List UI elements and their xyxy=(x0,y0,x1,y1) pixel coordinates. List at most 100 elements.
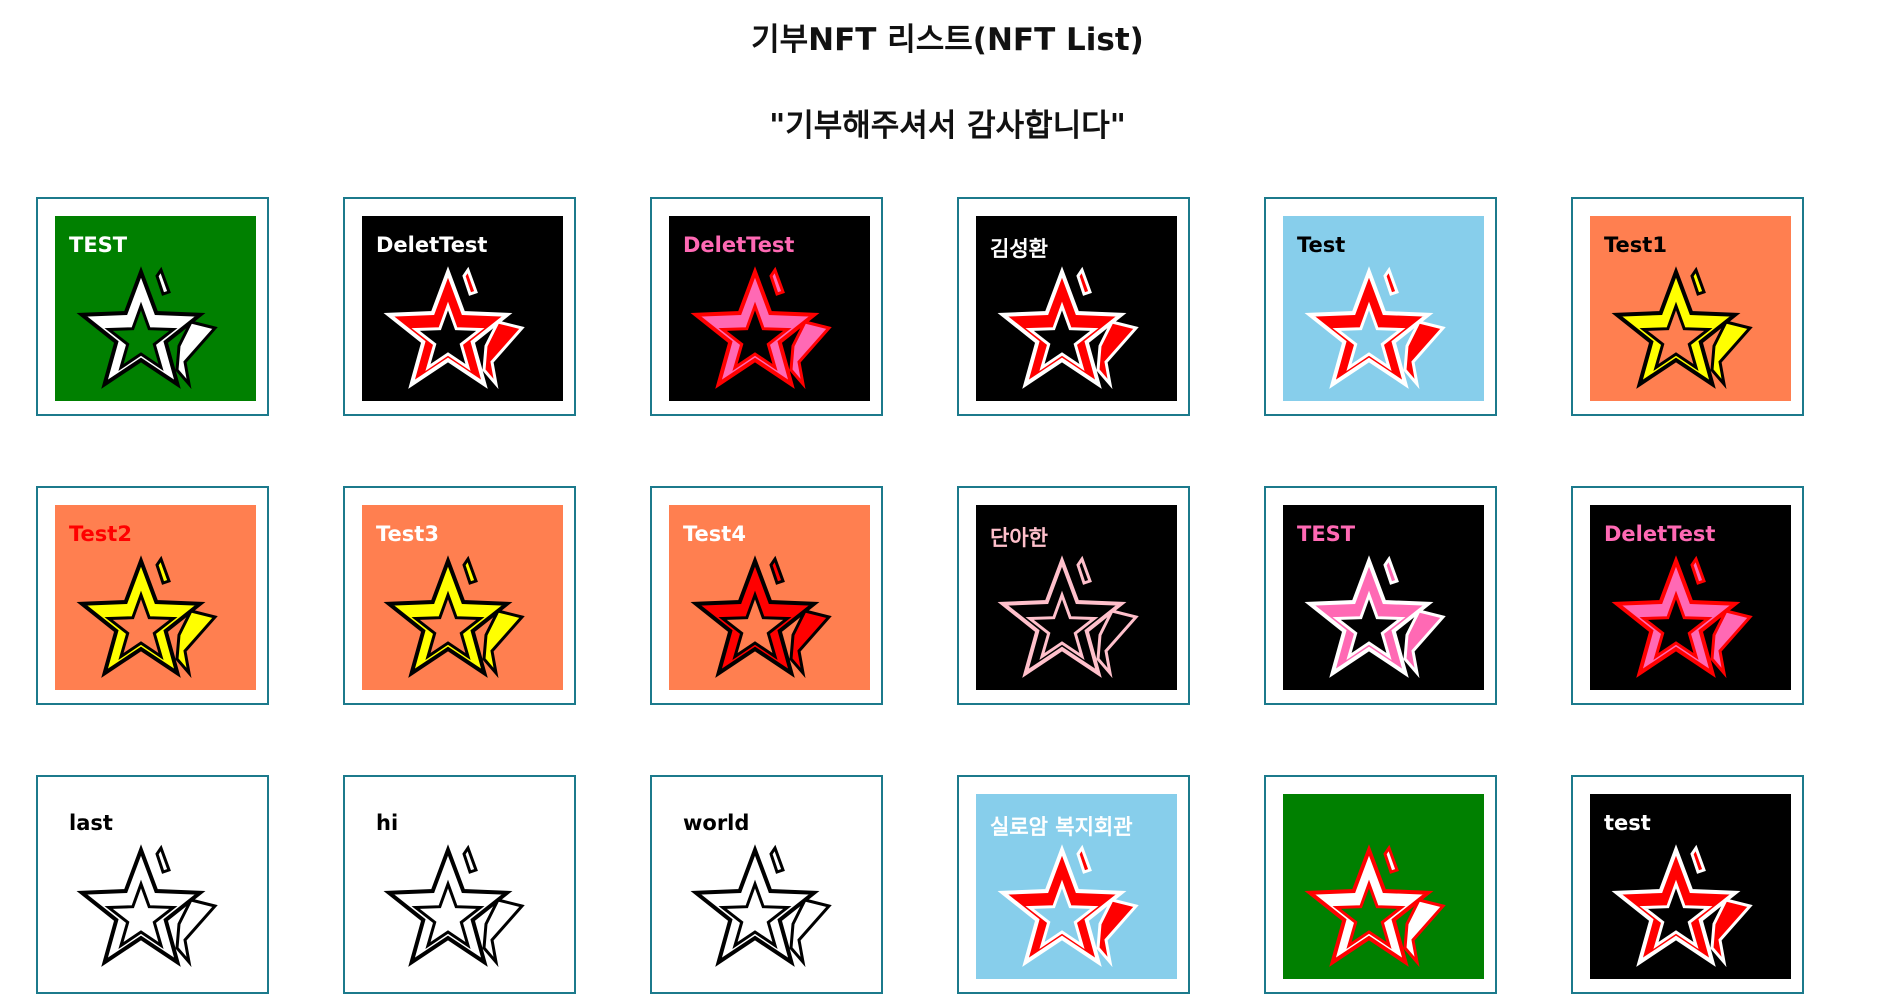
nft-card[interactable]: Test3 xyxy=(343,486,576,705)
star-shard-right xyxy=(1096,609,1139,679)
star-icon xyxy=(76,844,218,968)
star-shard-top xyxy=(155,266,171,296)
star-shard-right xyxy=(175,898,218,968)
star-shard-top xyxy=(769,555,785,585)
star-shard-right xyxy=(789,898,832,968)
star-shard-top xyxy=(1690,266,1706,296)
nft-name: test xyxy=(1604,811,1651,835)
nft-artwork: Test3 xyxy=(362,505,563,690)
star-shard-right xyxy=(1710,609,1753,679)
nft-name: Test3 xyxy=(376,522,439,546)
star-icon xyxy=(690,844,832,968)
nft-card[interactable] xyxy=(1264,775,1497,994)
nft-name: 단아한 xyxy=(990,526,1048,550)
nft-artwork: Test2 xyxy=(55,505,256,690)
nft-card[interactable]: DeletTest xyxy=(343,197,576,416)
star-icon xyxy=(690,266,832,390)
nft-artwork: TEST xyxy=(55,216,256,401)
nft-card[interactable]: Test xyxy=(1264,197,1497,416)
nft-name: world xyxy=(683,811,750,835)
star-shard-right xyxy=(482,898,525,968)
nft-artwork: last xyxy=(55,794,256,979)
star-icon xyxy=(997,555,1139,679)
star-shard-top xyxy=(769,266,785,296)
star-icon xyxy=(1304,844,1446,968)
star-shard-right xyxy=(1403,320,1446,390)
nft-name: Test1 xyxy=(1604,233,1667,257)
star-shard-top xyxy=(1690,555,1706,585)
star-shard-right xyxy=(482,609,525,679)
nft-name: TEST xyxy=(69,233,128,257)
star-shard-right xyxy=(1403,898,1446,968)
star-shard-right xyxy=(1710,898,1753,968)
nft-artwork: 실로암 복지회관 xyxy=(976,794,1177,979)
star-shard-top xyxy=(1076,266,1092,296)
nft-artwork: 단아한 xyxy=(976,505,1177,690)
page-subtitle: "기부해주셔서 감사합니다" xyxy=(769,108,1126,144)
nft-name: DeletTest xyxy=(376,233,488,257)
nft-card[interactable]: DeletTest xyxy=(1571,486,1804,705)
nft-card[interactable]: TEST xyxy=(36,197,269,416)
nft-card[interactable]: Test2 xyxy=(36,486,269,705)
nft-card[interactable]: 김성환 xyxy=(957,197,1190,416)
star-icon xyxy=(383,266,525,390)
star-icon xyxy=(997,266,1139,390)
nft-name: DeletTest xyxy=(1604,522,1716,546)
star-shard-top xyxy=(1383,844,1399,874)
nft-artwork: Test xyxy=(1283,216,1484,401)
star-shard-right xyxy=(1403,609,1446,679)
star-shard-right xyxy=(1096,898,1139,968)
star-shard-right xyxy=(1096,320,1139,390)
nft-card[interactable]: 단아한 xyxy=(957,486,1190,705)
star-icon xyxy=(383,844,525,968)
star-icon xyxy=(1304,266,1446,390)
star-icon xyxy=(690,555,832,679)
star-shard-right xyxy=(789,320,832,390)
star-shard-top xyxy=(1076,555,1092,585)
nft-artwork: DeletTest xyxy=(669,216,870,401)
nft-card[interactable]: TEST xyxy=(1264,486,1497,705)
star-icon xyxy=(76,555,218,679)
star-shard-top xyxy=(769,844,785,874)
star-shard-right xyxy=(1710,320,1753,390)
star-shard-top xyxy=(462,555,478,585)
star-shard-right xyxy=(175,609,218,679)
nft-artwork: test xyxy=(1590,794,1791,979)
nft-card[interactable]: DeletTest xyxy=(650,197,883,416)
nft-grid: TEST DeletTest DeletTest 김성환 Test Test1 Test2 T… xyxy=(36,197,1808,994)
nft-card[interactable]: Test4 xyxy=(650,486,883,705)
star-icon xyxy=(1611,555,1753,679)
star-shard-top xyxy=(462,266,478,296)
star-shard-right xyxy=(789,609,832,679)
nft-card[interactable]: 실로암 복지회관 xyxy=(957,775,1190,994)
star-shard-right xyxy=(482,320,525,390)
nft-name: last xyxy=(69,811,113,835)
star-icon xyxy=(997,844,1139,968)
star-icon xyxy=(1611,266,1753,390)
nft-artwork: 김성환 xyxy=(976,216,1177,401)
star-shard-right xyxy=(175,320,218,390)
nft-artwork: hi xyxy=(362,794,563,979)
nft-artwork: TEST xyxy=(1283,505,1484,690)
star-shard-top xyxy=(155,844,171,874)
nft-name: Test4 xyxy=(683,522,746,546)
nft-name: TEST xyxy=(1297,522,1356,546)
nft-card[interactable]: world xyxy=(650,775,883,994)
nft-card[interactable]: test xyxy=(1571,775,1804,994)
nft-name: 실로암 복지회관 xyxy=(990,815,1133,839)
star-icon xyxy=(383,555,525,679)
nft-artwork xyxy=(1283,794,1484,979)
nft-name: hi xyxy=(376,811,399,835)
nft-card[interactable]: last xyxy=(36,775,269,994)
nft-card[interactable]: Test1 xyxy=(1571,197,1804,416)
star-icon xyxy=(1304,555,1446,679)
page-title: 기부NFT 리스트(NFT List) xyxy=(751,22,1144,58)
nft-artwork: DeletTest xyxy=(1590,505,1791,690)
nft-name: DeletTest xyxy=(683,233,795,257)
nft-name: Test2 xyxy=(69,522,132,546)
nft-card[interactable]: hi xyxy=(343,775,576,994)
star-shard-top xyxy=(1383,266,1399,296)
star-shard-top xyxy=(1690,844,1706,874)
nft-artwork: DeletTest xyxy=(362,216,563,401)
star-shard-top xyxy=(1383,555,1399,585)
